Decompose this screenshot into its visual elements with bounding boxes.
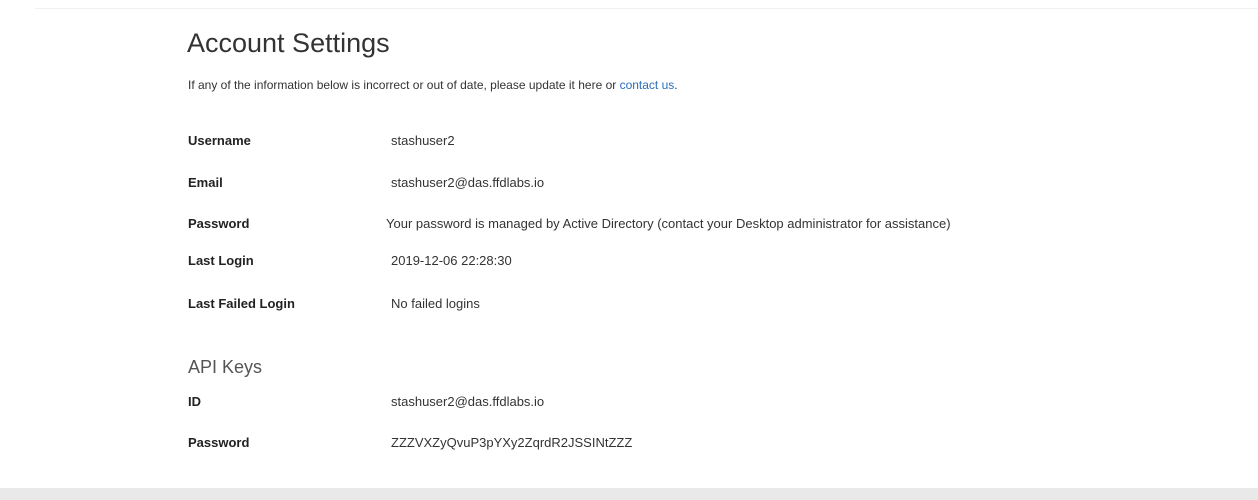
email-value: stashuser2@das.ffdlabs.io: [391, 175, 545, 190]
intro-text-body: If any of the information below is incor…: [188, 78, 620, 92]
api-password-label: Password: [188, 435, 250, 450]
api-id-label: ID: [188, 394, 201, 409]
api-password-value: ZZZVXZyQvuP3pYXy2ZqrdR2JSSINtZZZ: [391, 435, 633, 450]
intro-text-end: .: [674, 78, 678, 92]
password-label: Password: [188, 216, 250, 231]
api-keys-title: API Keys: [188, 357, 263, 377]
footer-bar: [0, 488, 1258, 500]
last-failed-login-label: Last Failed Login: [188, 296, 295, 311]
intro-text: If any of the information below is incor…: [188, 78, 678, 92]
contact-us-link[interactable]: contact us: [620, 78, 675, 92]
username-value: stashuser2: [391, 133, 455, 148]
username-label: Username: [188, 133, 251, 148]
last-login-label: Last Login: [188, 253, 254, 268]
top-divider: [35, 8, 1258, 9]
email-label: Email: [188, 175, 223, 190]
page-title: Account Settings: [187, 28, 390, 58]
api-id-value: stashuser2@das.ffdlabs.io: [391, 394, 545, 409]
password-value: Your password is managed by Active Direc…: [386, 216, 951, 231]
last-login-value: 2019-12-06 22:28:30: [391, 253, 512, 268]
last-failed-login-value: No failed logins: [391, 296, 480, 311]
